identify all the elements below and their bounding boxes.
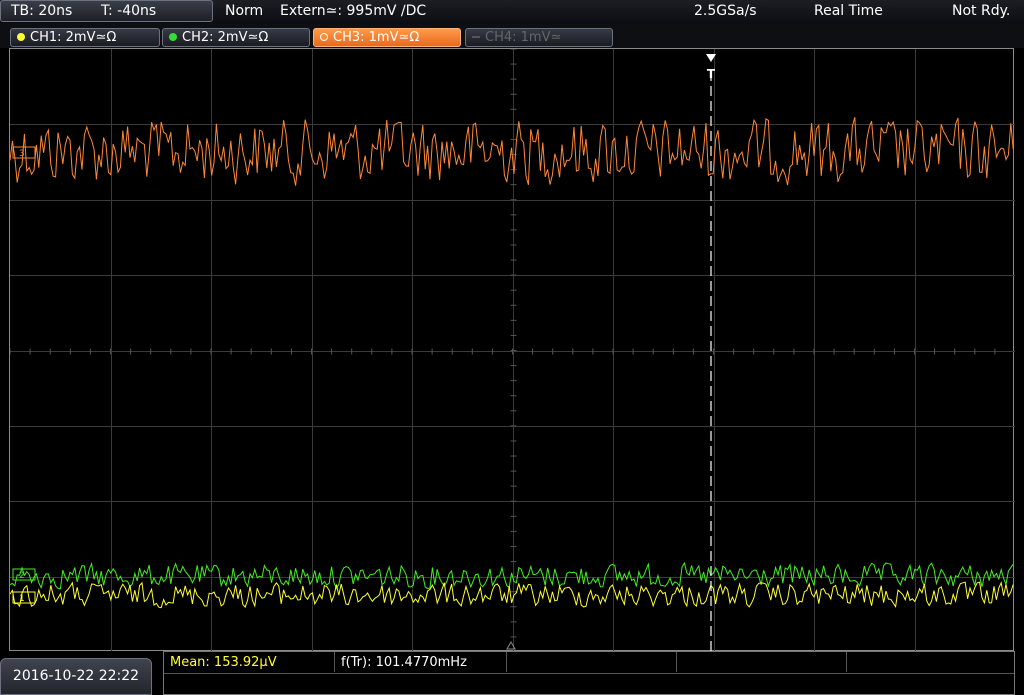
channel-label: CH3: 1mV≃Ω <box>333 30 420 45</box>
ch4-dash-icon <box>472 35 480 38</box>
mean-measurement[interactable]: Mean: 153.92µV <box>170 655 277 670</box>
trigger-source-label[interactable]: Extern≃: 995mV ∕DC <box>280 3 426 19</box>
bottom-bar: 2016-10-22 22:22 Mean: 153.92µV f(Tr): 1… <box>0 651 1024 695</box>
datetime-display[interactable]: 2016-10-22 22:22 <box>0 658 152 695</box>
sample-rate-label: 2.5GSa/s <box>694 3 757 19</box>
measurement-divider <box>164 673 1014 674</box>
waveform-display[interactable]: T 3 2 1 <box>9 48 1015 652</box>
ch2-trace <box>10 561 1014 590</box>
channel-label: CH2: 2mV≃Ω <box>182 30 269 45</box>
ch3-trace <box>10 117 1014 186</box>
measurement-panel[interactable]: Mean: 153.92µV f(Tr): 101.4770mHz <box>163 651 1015 695</box>
ch2-dot-icon <box>169 32 177 41</box>
channel-button-ch3[interactable]: CH3: 1mV≃Ω <box>313 28 461 47</box>
trigger-marker-label: T <box>707 67 716 81</box>
ch3-marker-label: 3 <box>19 149 25 159</box>
frequency-measurement[interactable]: f(Tr): 101.4770mHz <box>341 655 467 670</box>
channel-bar: CH1: 2mV≃Ω CH2: 2mV≃Ω CH3: 1mV≃Ω CH4: 1m… <box>0 24 1024 48</box>
ch2-marker-label: 2 <box>19 571 25 581</box>
timebase-label: TB: 20ns <box>11 3 73 19</box>
ch1-marker-label: 1 <box>19 594 25 604</box>
measurement-cell <box>677 652 847 672</box>
measurement-cell <box>507 652 677 672</box>
status-label: Not Rdy. <box>952 3 1011 19</box>
channel-button-ch4[interactable]: CH4: 1mV≃ <box>465 28 613 47</box>
ch1-dot-icon <box>17 32 25 41</box>
ch3-dot-icon <box>320 32 328 41</box>
waveform-svg: T 3 2 1 <box>10 49 1015 652</box>
channel-label: CH4: 1mV≃ <box>485 30 562 45</box>
channel-label: CH1: 2mV≃Ω <box>30 30 117 45</box>
channel-button-ch2[interactable]: CH2: 2mV≃Ω <box>162 28 310 47</box>
trigger-mode-label[interactable]: Norm <box>225 3 263 19</box>
channel-button-ch1[interactable]: CH1: 2mV≃Ω <box>10 28 160 47</box>
graticule <box>10 49 1015 652</box>
trigger-time-label: T: -40ns <box>101 3 157 19</box>
top-status-bar: TB: 20ns T: -40ns Norm Extern≃: 995mV ∕D… <box>0 0 1024 24</box>
ch1-trace <box>10 581 1014 609</box>
acquisition-mode-label: Real Time <box>814 3 883 19</box>
